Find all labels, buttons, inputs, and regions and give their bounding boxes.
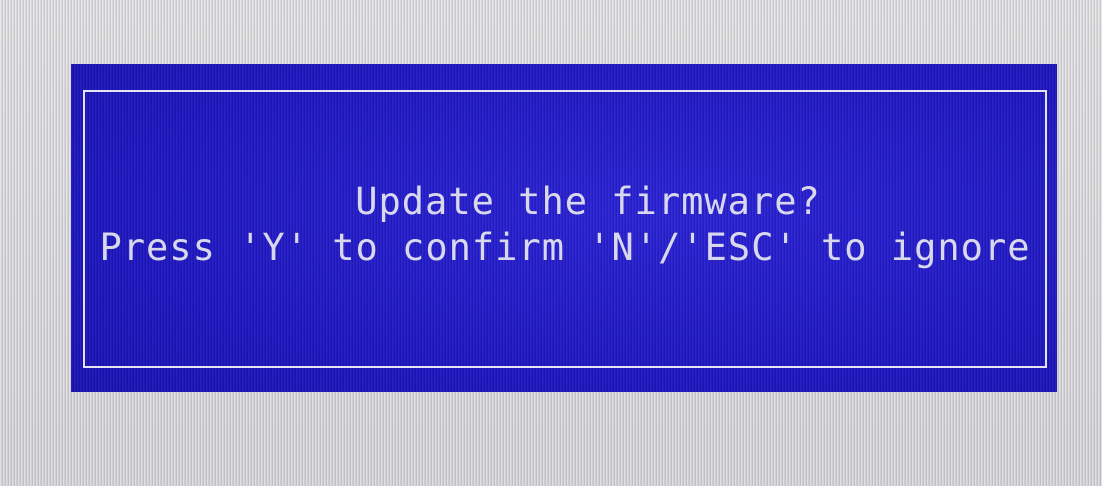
firmware-update-dialog: Update the firmware? Press 'Y' to confir… — [71, 64, 1057, 392]
bios-screen: Update the firmware? Press 'Y' to confir… — [0, 0, 1102, 486]
dialog-key-instructions: Press 'Y' to confirm 'N'/'ESC' to ignore — [99, 226, 1031, 269]
dialog-question: Update the firmware? — [355, 180, 821, 223]
